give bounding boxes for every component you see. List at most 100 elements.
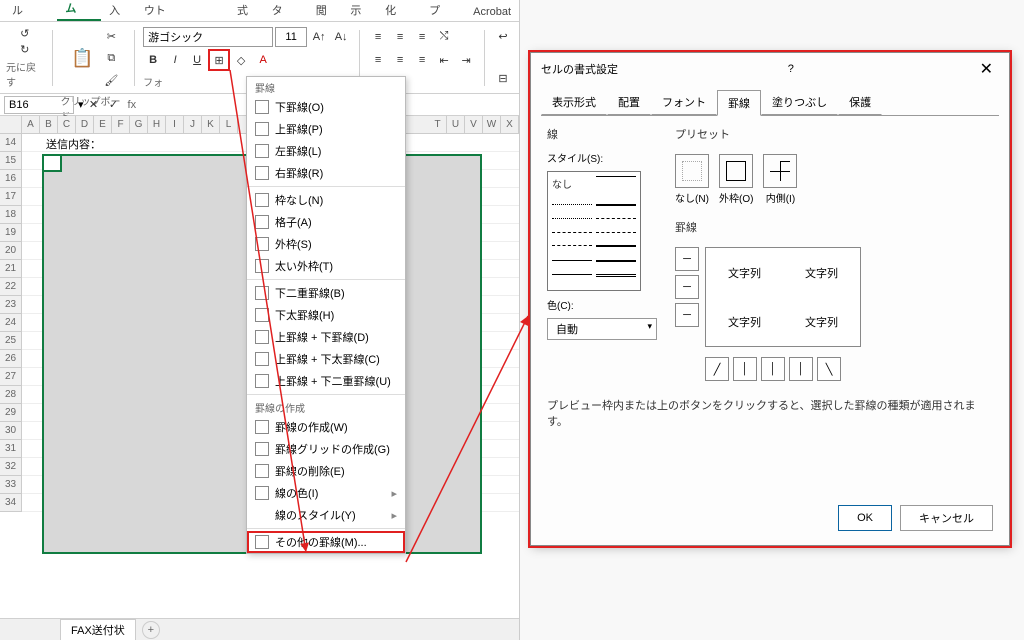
- dd-bottom-double[interactable]: 下二重罫線(B): [247, 282, 405, 304]
- style-dashdot[interactable]: [596, 232, 636, 233]
- row-header[interactable]: 22: [0, 278, 22, 296]
- row-header[interactable]: 18: [0, 206, 22, 224]
- paste-icon[interactable]: 📋: [65, 39, 99, 79]
- col-header[interactable]: D: [76, 116, 94, 133]
- edge-top-button[interactable]: ─: [675, 247, 699, 271]
- tab-help[interactable]: ヘルプ: [421, 0, 465, 21]
- col-header[interactable]: W: [483, 116, 501, 133]
- edge-diag-down-button[interactable]: ╲: [817, 357, 841, 381]
- row-header[interactable]: 17: [0, 188, 22, 206]
- dialog-help-icon[interactable]: ?: [788, 63, 794, 75]
- align-top-icon[interactable]: ≡: [368, 27, 388, 47]
- col-header[interactable]: V: [465, 116, 483, 133]
- dd-line-style[interactable]: 線のスタイル(Y)▸: [247, 504, 405, 526]
- tab-acrobat[interactable]: Acrobat: [465, 3, 519, 21]
- row-header[interactable]: 26: [0, 350, 22, 368]
- col-header[interactable]: L: [220, 116, 238, 133]
- align-right-icon[interactable]: ≡: [412, 50, 432, 70]
- dlg-tab-protection[interactable]: 保護: [838, 89, 882, 115]
- increase-font-icon[interactable]: A↑: [309, 27, 329, 47]
- merge-icon[interactable]: ⊟: [493, 69, 513, 89]
- row-header[interactable]: 20: [0, 242, 22, 260]
- align-center-icon[interactable]: ≡: [390, 50, 410, 70]
- fx-icon[interactable]: fx: [128, 99, 137, 111]
- fill-color-button[interactable]: ◇: [231, 50, 251, 70]
- row-header[interactable]: 21: [0, 260, 22, 278]
- row-header[interactable]: 31: [0, 440, 22, 458]
- row-header[interactable]: 34: [0, 494, 22, 512]
- tab-file[interactable]: ファイル: [4, 0, 57, 21]
- cut-icon[interactable]: ✂: [101, 27, 121, 47]
- dd-erase-border[interactable]: 罫線の削除(E): [247, 460, 405, 482]
- redo-icon[interactable]: ↻: [15, 43, 35, 57]
- dd-no-border[interactable]: 枠なし(N): [247, 189, 405, 211]
- undo-icon[interactable]: ↺: [15, 27, 35, 41]
- tab-page-layout[interactable]: ページ レイアウト: [136, 0, 229, 21]
- add-sheet-button[interactable]: +: [142, 621, 160, 639]
- col-header[interactable]: I: [166, 116, 184, 133]
- underline-button[interactable]: U: [187, 50, 207, 70]
- close-icon[interactable]: ✕: [974, 59, 999, 79]
- wrap-text-icon[interactable]: ↩: [493, 27, 513, 47]
- row-header[interactable]: 15: [0, 152, 22, 170]
- dd-bottom-thick[interactable]: 下太罫線(H): [247, 304, 405, 326]
- dd-top-double-bottom[interactable]: 上罫線 + 下二重罫線(U): [247, 370, 405, 392]
- dd-right-border[interactable]: 右罫線(R): [247, 162, 405, 184]
- col-header[interactable]: X: [501, 116, 519, 133]
- dd-bottom-border[interactable]: 下罫線(O): [247, 96, 405, 118]
- style-extra[interactable]: [596, 260, 636, 262]
- dd-more-borders[interactable]: その他の罫線(M)...: [247, 531, 405, 553]
- col-header[interactable]: C: [58, 116, 76, 133]
- dd-draw-border[interactable]: 罫線の作成(W): [247, 416, 405, 438]
- edge-right-button[interactable]: │: [789, 357, 813, 381]
- copy-icon[interactable]: ⧉: [101, 49, 121, 69]
- row-header[interactable]: 14: [0, 134, 22, 152]
- preset-inside[interactable]: 内側(I): [763, 154, 797, 205]
- row-header[interactable]: 16: [0, 170, 22, 188]
- dd-draw-grid[interactable]: 罫線グリッドの作成(G): [247, 438, 405, 460]
- row-header[interactable]: 19: [0, 224, 22, 242]
- align-bottom-icon[interactable]: ≡: [412, 27, 432, 47]
- tab-data[interactable]: データ: [264, 0, 308, 21]
- indent-dec-icon[interactable]: ⇤: [434, 50, 454, 70]
- border-preview[interactable]: 文字列 文字列 文字列 文字列: [705, 247, 861, 347]
- row-header[interactable]: 23: [0, 296, 22, 314]
- borders-button[interactable]: ⊞: [209, 50, 229, 70]
- style-double[interactable]: [596, 274, 636, 277]
- italic-button[interactable]: I: [165, 50, 185, 70]
- preset-none[interactable]: なし(N): [675, 154, 709, 205]
- font-size-select[interactable]: [275, 27, 307, 47]
- edge-diag-up-button[interactable]: ╱: [705, 357, 729, 381]
- style-thick[interactable]: [596, 245, 636, 247]
- row-header[interactable]: 27: [0, 368, 22, 386]
- dd-top-bottom[interactable]: 上罫線 + 下罫線(D): [247, 326, 405, 348]
- row-header[interactable]: 33: [0, 476, 22, 494]
- row-header[interactable]: 25: [0, 332, 22, 350]
- preset-outline[interactable]: 外枠(O): [719, 154, 753, 205]
- tab-view[interactable]: 表示: [342, 0, 377, 21]
- col-header[interactable]: F: [112, 116, 130, 133]
- edge-mid-h-button[interactable]: ─: [675, 275, 699, 299]
- style-slant[interactable]: [552, 260, 592, 261]
- dlg-tab-alignment[interactable]: 配置: [607, 89, 651, 115]
- format-painter-icon[interactable]: 🖌: [101, 71, 121, 91]
- dd-left-border[interactable]: 左罫線(L): [247, 140, 405, 162]
- row-header[interactable]: 30: [0, 422, 22, 440]
- dd-outside-border[interactable]: 外枠(S): [247, 233, 405, 255]
- font-color-button[interactable]: A: [253, 50, 273, 70]
- dlg-tab-number[interactable]: 表示形式: [541, 89, 607, 115]
- cancel-button[interactable]: キャンセル: [900, 505, 993, 531]
- bold-button[interactable]: B: [143, 50, 163, 70]
- orientation-icon[interactable]: ⤭: [434, 27, 454, 47]
- tab-review[interactable]: 校閲: [308, 0, 343, 21]
- style-hair[interactable]: [552, 218, 592, 219]
- style-medium[interactable]: [596, 204, 636, 206]
- font-name-select[interactable]: [143, 27, 273, 47]
- col-header[interactable]: H: [148, 116, 166, 133]
- color-dropdown[interactable]: 自動: [547, 318, 657, 340]
- row-header[interactable]: 28: [0, 386, 22, 404]
- edge-left-button[interactable]: │: [733, 357, 757, 381]
- col-header[interactable]: A: [22, 116, 40, 133]
- tab-automate[interactable]: 自動化: [377, 0, 421, 21]
- col-header[interactable]: T: [429, 116, 447, 133]
